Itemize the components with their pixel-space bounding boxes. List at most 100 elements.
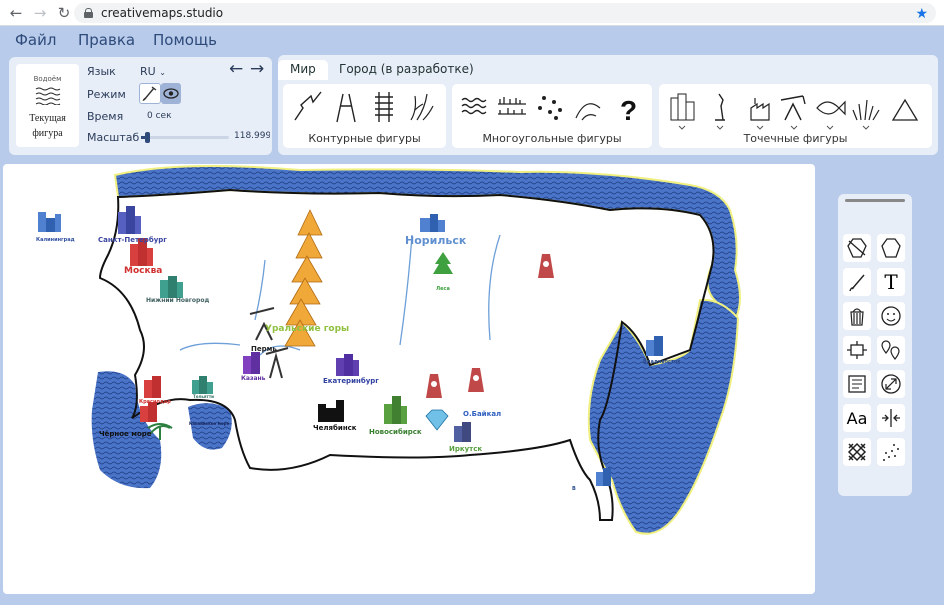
brush-tool[interactable] [843,268,871,296]
factory-icon[interactable] [750,98,770,130]
emoji-tool[interactable] [877,302,905,330]
city-icon[interactable] [160,276,183,298]
monument-icon[interactable] [715,93,725,130]
eraser-tool[interactable] [843,234,871,262]
grass-icon[interactable] [852,99,880,130]
menu-edit[interactable]: Правка [78,31,135,49]
city-icon[interactable] [318,400,344,422]
scale-slider-thumb[interactable] [145,132,151,143]
map-label-blacksea: Чёрное море [99,430,152,438]
question-mark-icon[interactable]: ? [620,95,637,124]
palette-drag-handle[interactable] [845,199,905,202]
time-value: 0 сек [147,111,172,121]
map-label-kaliningrad: Калининград [36,237,75,243]
eraser-icon [847,238,867,258]
diamond-icon[interactable] [425,409,449,431]
fish-icon[interactable] [816,100,846,130]
point-group-title: Точечные фигуры [743,132,848,145]
text-tool[interactable]: T [877,268,905,296]
city-icon[interactable] [192,376,213,394]
pattern-tool[interactable] [843,438,871,466]
menu-help[interactable]: Помощь [153,31,217,49]
map-label-ekb: Екатеринбург [323,377,379,385]
draw-mode-button[interactable] [139,83,161,104]
map-label-krasnodar: Краснодар [139,399,171,405]
contour-group-title: Контурные фигуры [308,132,421,145]
redo-arrow-icon[interactable]: → [250,59,264,79]
svg-text:?: ? [620,95,637,124]
figure-sample-label: Водоём [33,75,62,83]
reload-icon[interactable]: ↻ [52,1,76,25]
menu-file[interactable]: Файл [15,31,56,49]
polygon-icons: ? [461,95,637,124]
scatter-tool[interactable] [877,438,905,466]
chevron-down-icon: ⌄ [159,68,166,77]
map-label-vl2: В [572,486,576,492]
checker-pattern-icon [847,442,867,462]
road-icon[interactable] [336,93,356,123]
railroad-icon[interactable] [375,92,393,122]
city-icon[interactable] [596,468,611,486]
resize-tool[interactable] [877,370,905,398]
power-plant-icon[interactable] [426,374,442,398]
map-label-irkutsk: Иркутск [449,445,483,453]
scale-slider-track[interactable] [141,132,229,143]
city-icon[interactable] [646,336,663,356]
bookmark-star-icon[interactable]: ★ [915,6,928,22]
city-icon[interactable] [336,354,359,376]
scatter-dots-icon [883,444,899,461]
tab-world[interactable]: Мир [278,60,328,80]
city-icon[interactable] [243,352,260,374]
city-icon[interactable] [384,396,407,424]
compress-icon [882,409,900,427]
map-canvas[interactable]: Калининград Санкт-Петербург Москва Нижни… [3,164,815,594]
current-figure-card[interactable]: Водоём Текущая фигура [16,64,79,147]
map-label-chelyabinsk: Челябинск [313,424,357,432]
scale-value: 118.99999 [234,131,270,141]
caspian-sea[interactable] [188,403,232,450]
oil-pump-icon[interactable] [780,95,806,130]
map-drawing [38,165,741,535]
city-icon[interactable] [454,422,471,442]
map-label-vladivostok: Владивосток [643,359,681,365]
city-icon[interactable] [144,376,161,398]
map-label-nnovgorod: Нижний Новгород [146,297,210,304]
city-icon[interactable] [118,206,141,234]
grass-line-icon[interactable] [410,93,434,121]
forward-icon[interactable]: → [28,1,52,25]
language-select[interactable]: RU ⌄ [140,65,166,78]
mountain-icon[interactable] [891,98,919,121]
smiley-icon [881,306,901,326]
river [179,234,501,356]
hill-icon[interactable] [575,103,601,121]
power-plant-icon[interactable] [468,368,484,392]
power-plant-icon[interactable] [538,254,554,278]
address-bar[interactable]: creativemaps.studio ★ [74,3,936,23]
back-icon[interactable]: ← [4,1,28,25]
tab-city[interactable]: Город (в разработке) [327,60,486,80]
city-icon[interactable] [420,214,445,232]
swamp-icon[interactable] [498,97,526,115]
view-mode-button[interactable] [161,83,181,104]
font-tool[interactable]: Aa [843,404,871,432]
polygon-tool[interactable] [877,234,905,262]
language-label: Язык [87,65,116,78]
compress-tool[interactable] [877,404,905,432]
fill-tool[interactable] [843,302,871,330]
map-label-spb: Санкт-Петербург [98,236,167,244]
crack-icon[interactable] [294,91,322,121]
app-menubar: Файл Правка Помощь [0,26,944,54]
undo-arrow-icon[interactable]: ← [229,59,243,79]
polygon-group-title: Многоугольные фигуры [482,132,622,145]
forest-icon[interactable] [433,252,453,274]
dots-scatter-icon[interactable] [538,96,562,120]
water-figure-icon [35,87,60,106]
city-icon[interactable] [140,402,157,422]
city-icon[interactable] [38,212,61,232]
transform-tool[interactable] [843,336,871,364]
markers-tool[interactable] [877,336,905,364]
city-buildings-icon[interactable] [670,93,695,130]
contour-shapes-group: Контурные фигуры [283,84,446,148]
water-icon[interactable] [461,97,487,115]
legend-tool[interactable] [843,370,871,398]
